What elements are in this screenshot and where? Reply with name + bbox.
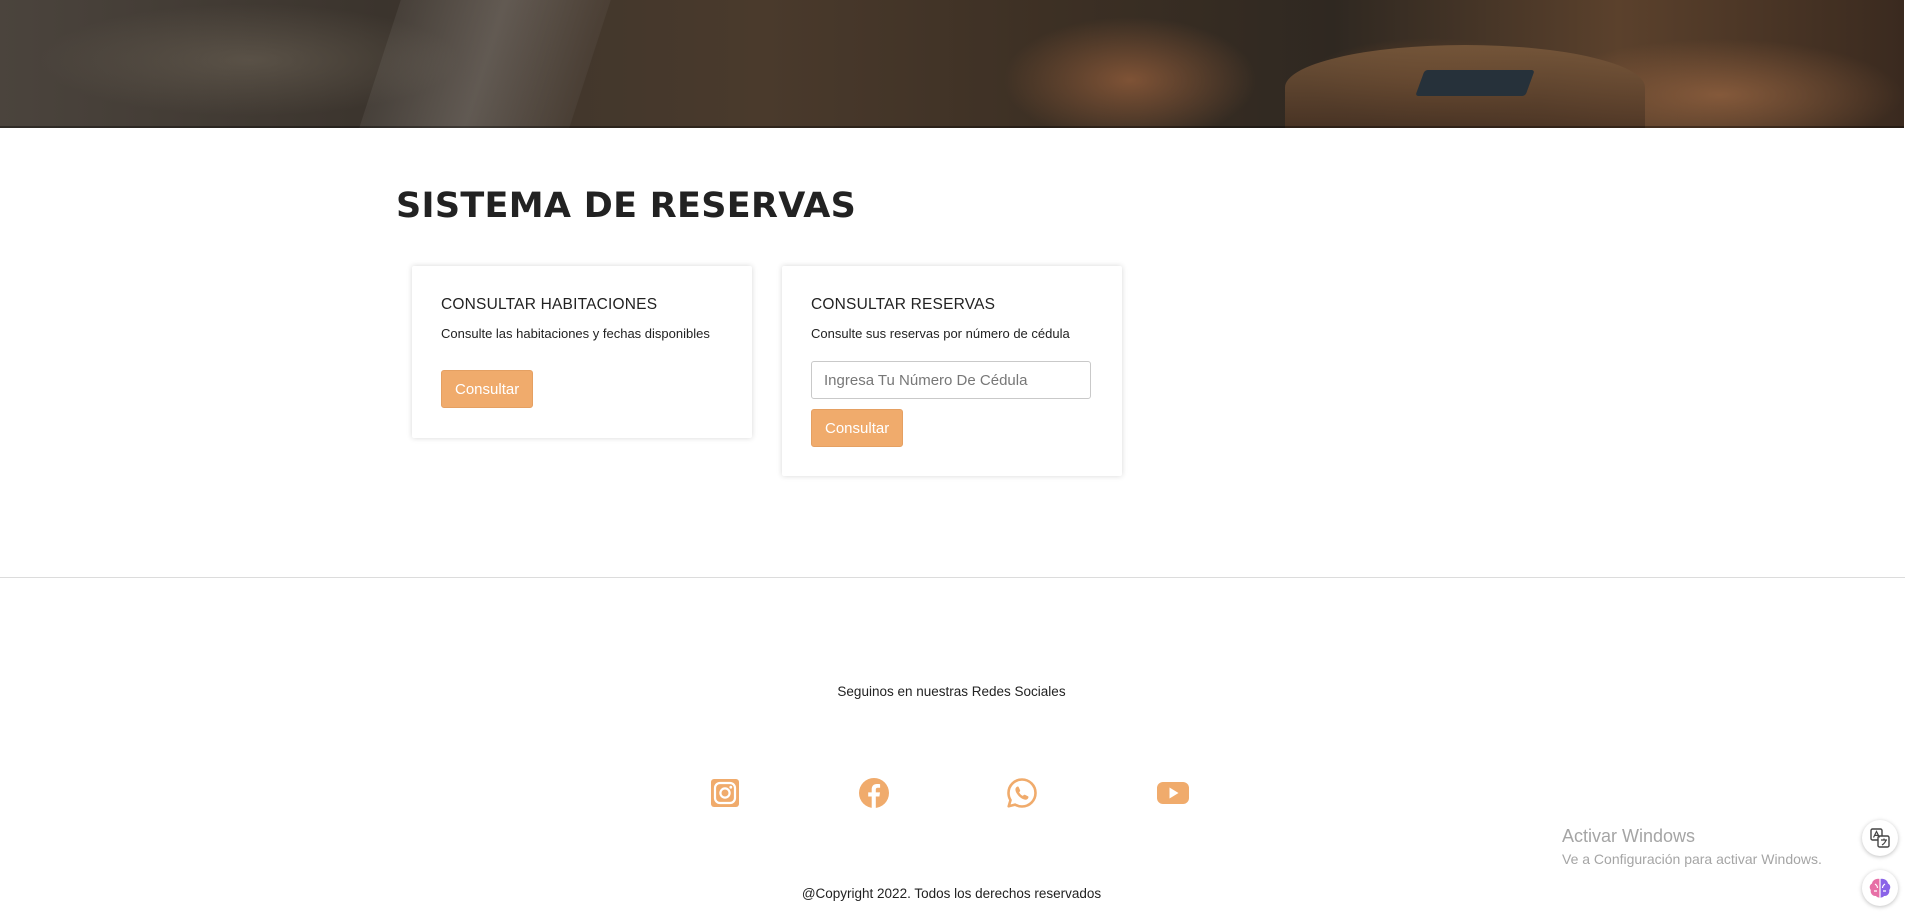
whatsapp-link[interactable] [1005, 776, 1039, 810]
brain-icon [1869, 878, 1891, 898]
facebook-icon [859, 778, 889, 808]
page-title: SISTEMA DE RESERVAS [396, 186, 857, 226]
reservations-card-description: Consulte sus reservas por número de cédu… [811, 326, 1070, 341]
watermark-subtitle: Ve a Configuración para activar Windows. [1562, 850, 1822, 867]
whatsapp-icon [1007, 778, 1037, 808]
facebook-link[interactable] [857, 776, 891, 810]
instagram-icon [711, 779, 739, 807]
youtube-link[interactable] [1156, 776, 1190, 810]
hero-bottom-edge [0, 126, 1904, 128]
instagram-link[interactable] [708, 776, 742, 810]
consult-reservations-button[interactable]: Consultar [811, 409, 904, 447]
rooms-card: CONSULTAR HABITACIONES Consulte las habi… [412, 266, 752, 438]
cedula-input[interactable] [811, 361, 1091, 399]
rooms-card-description: Consulte las habitaciones y fechas dispo… [441, 326, 710, 341]
windows-activation-watermark: Activar Windows Ve a Configuración para … [1562, 826, 1822, 867]
assistant-button[interactable] [1862, 870, 1898, 906]
reservations-card-title: CONSULTAR RESERVAS [811, 296, 996, 313]
hero-window-reflection [359, 0, 611, 128]
watermark-title: Activar Windows [1562, 826, 1696, 846]
copyright-text: @Copyright 2022. Todos los derechos rese… [801, 886, 1102, 901]
rooms-card-title: CONSULTAR HABITACIONES [441, 296, 658, 313]
translate-button[interactable] [1862, 820, 1898, 856]
consult-rooms-button[interactable]: Consultar [441, 370, 534, 408]
hero-banner-image [0, 0, 1904, 128]
reservations-card: CONSULTAR RESERVAS Consulte sus reservas… [782, 266, 1122, 476]
social-title: Seguinos en nuestras Redes Sociales [837, 684, 1066, 699]
page: SISTEMA DE RESERVAS CONSULTAR HABITACION… [0, 0, 1905, 917]
translate-icon [1870, 828, 1890, 848]
footer-divider [0, 577, 1905, 578]
youtube-icon [1157, 782, 1189, 804]
hero-book [1415, 70, 1535, 96]
